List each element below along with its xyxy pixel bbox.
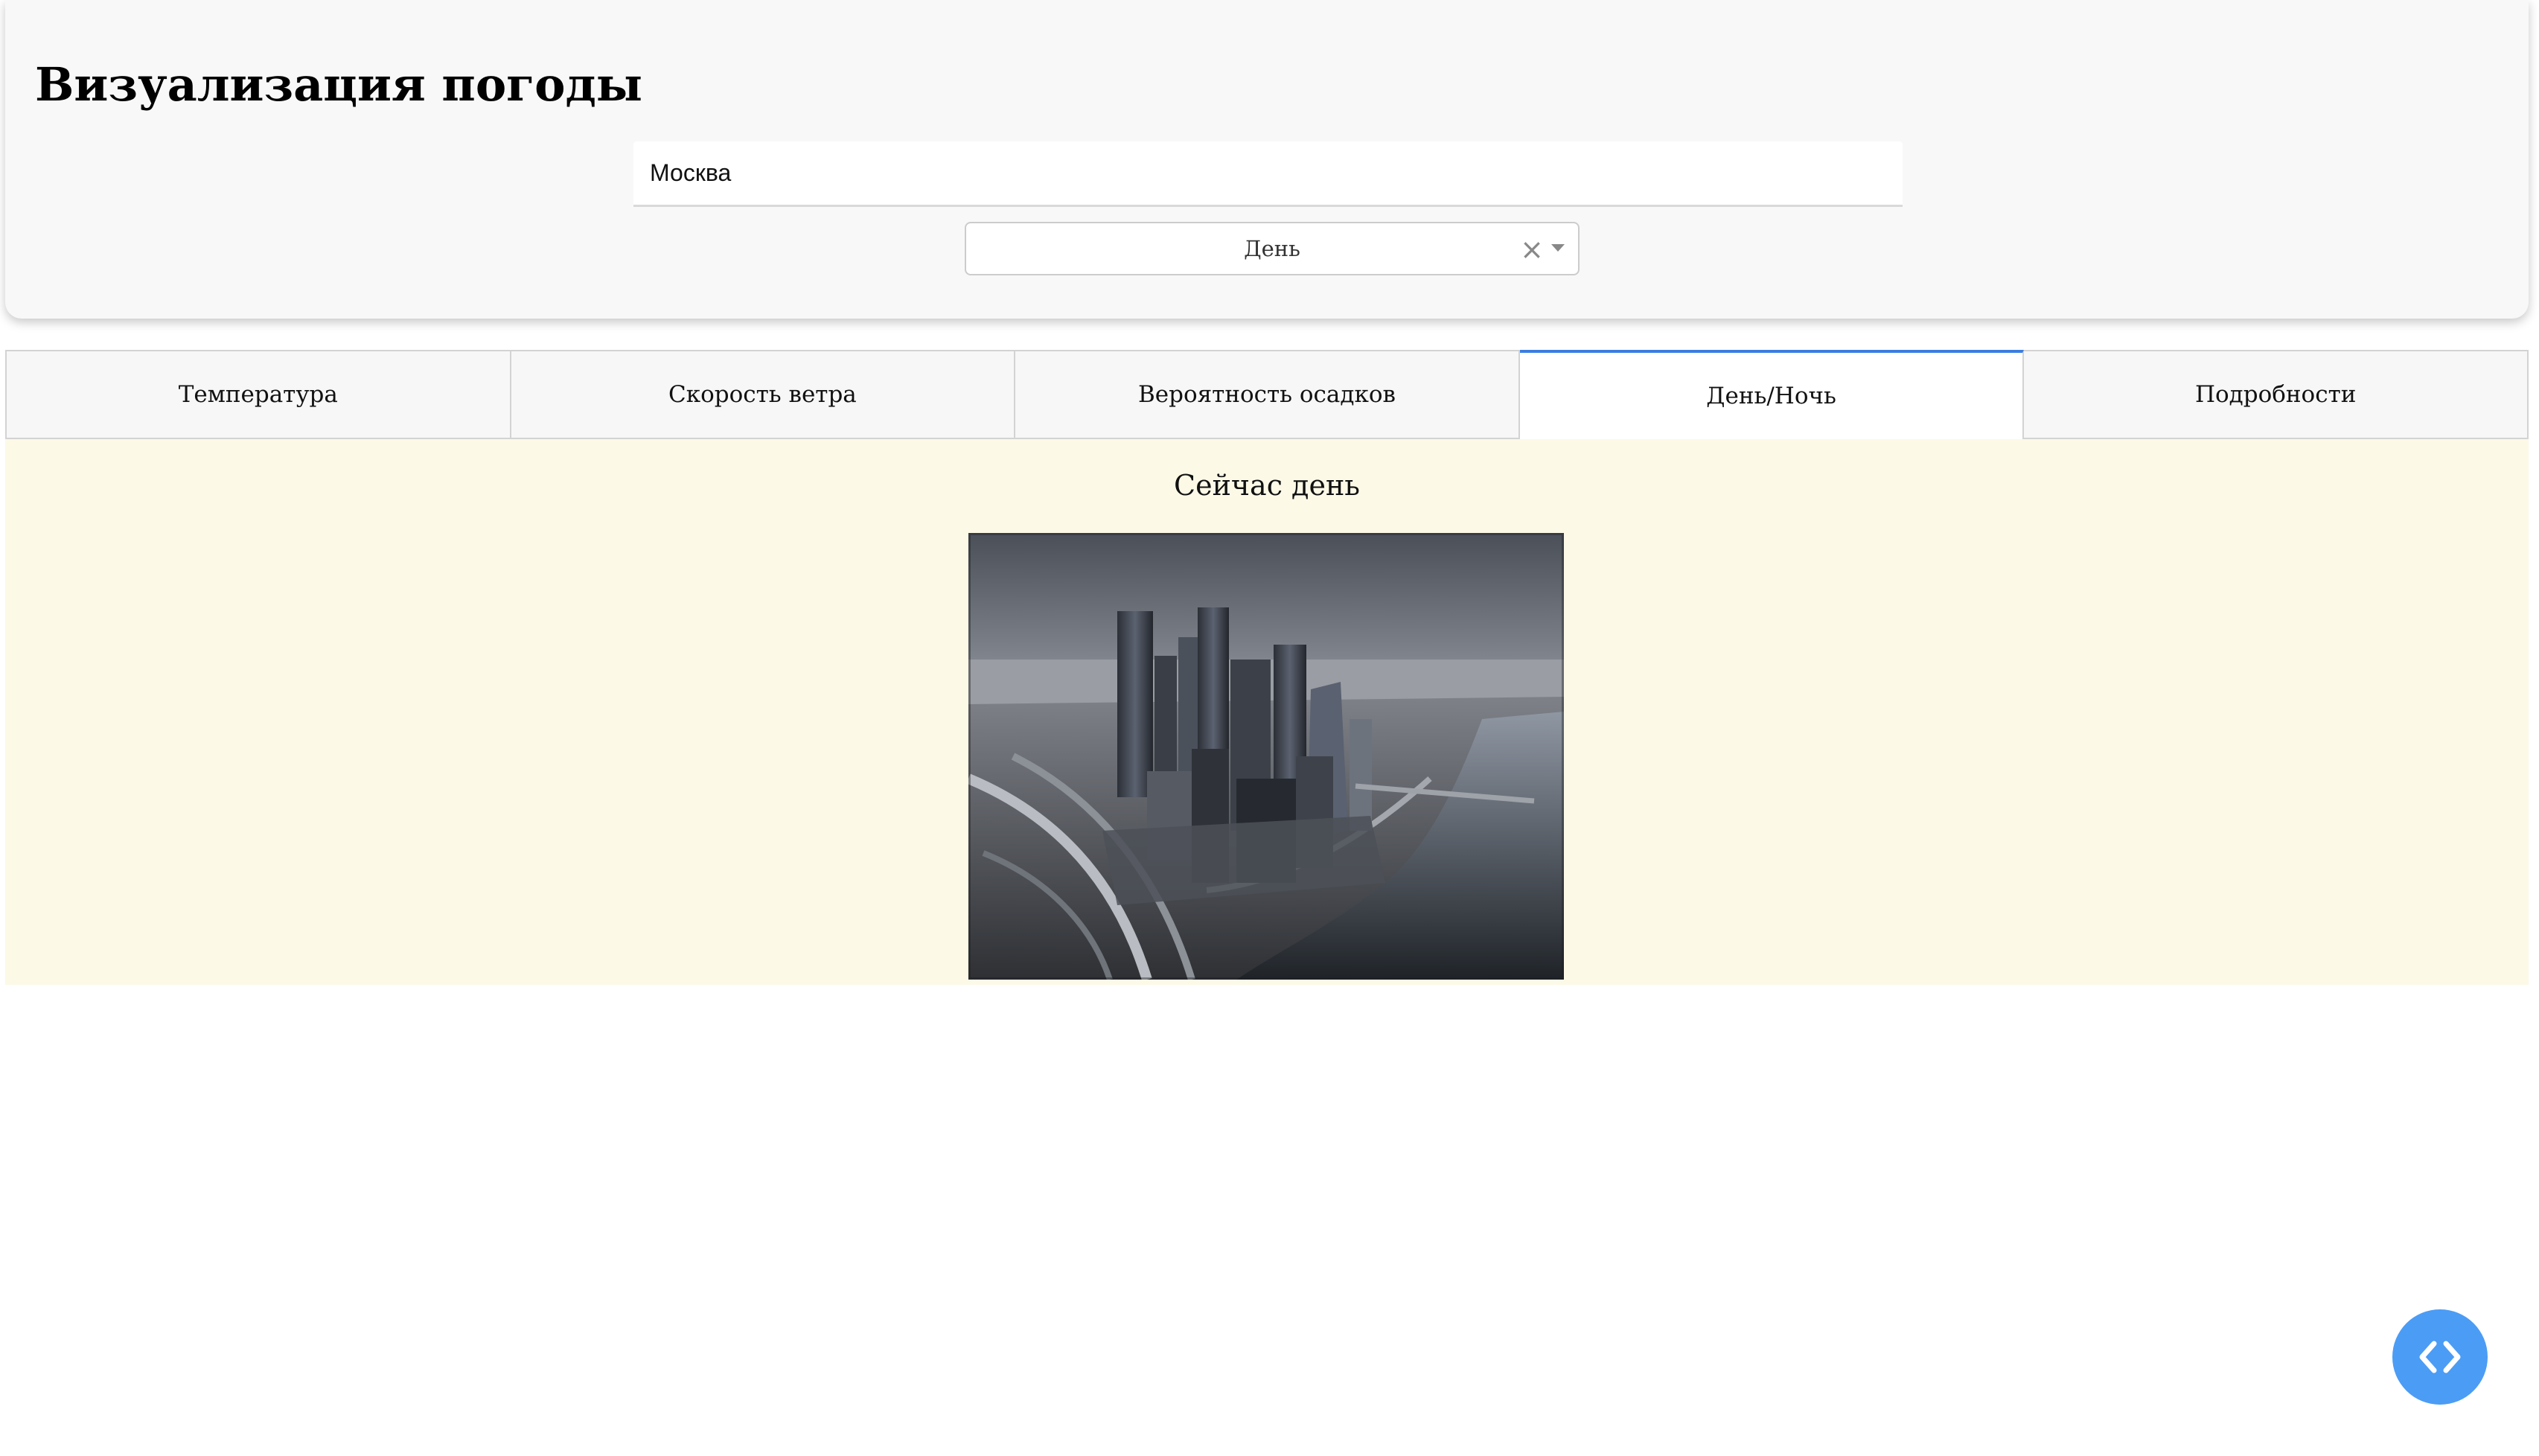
tab-label: День/Ночь: [1706, 383, 1836, 409]
code-icon: [2419, 1341, 2461, 1373]
chevron-down-icon[interactable]: [1551, 244, 1565, 252]
time-of-day-select[interactable]: День ×: [965, 222, 1580, 275]
city-search-input[interactable]: [633, 141, 1903, 207]
tab-precipitation[interactable]: Вероятность осадков: [1015, 351, 1520, 439]
code-fab-button[interactable]: [2392, 1309, 2488, 1405]
tab-bar: Температура Скорость ветра Вероятность о…: [5, 350, 2529, 439]
clear-icon[interactable]: ×: [1520, 223, 1544, 274]
tab-label: Температура: [178, 381, 338, 408]
page-title: Визуализация погоды: [35, 57, 642, 112]
tab-label: Вероятность осадков: [1137, 381, 1396, 408]
tab-wind-speed[interactable]: Скорость ветра: [511, 351, 1016, 439]
tab-label: Подробности: [2194, 381, 2357, 408]
time-of-day-select-value: День: [1244, 236, 1300, 261]
day-status-text: Сейчас день: [1174, 469, 1360, 502]
tab-temperature[interactable]: Температура: [7, 351, 511, 439]
tab-details[interactable]: Подробности: [2024, 351, 2527, 439]
tab-day-night[interactable]: День/Ночь: [1519, 350, 2025, 439]
tab-label: Скорость ветра: [668, 381, 857, 408]
day-night-panel: Сейчас день: [5, 439, 2529, 985]
city-photo: [968, 533, 1564, 980]
header-card: Визуализация погоды День ×: [5, 0, 2529, 319]
